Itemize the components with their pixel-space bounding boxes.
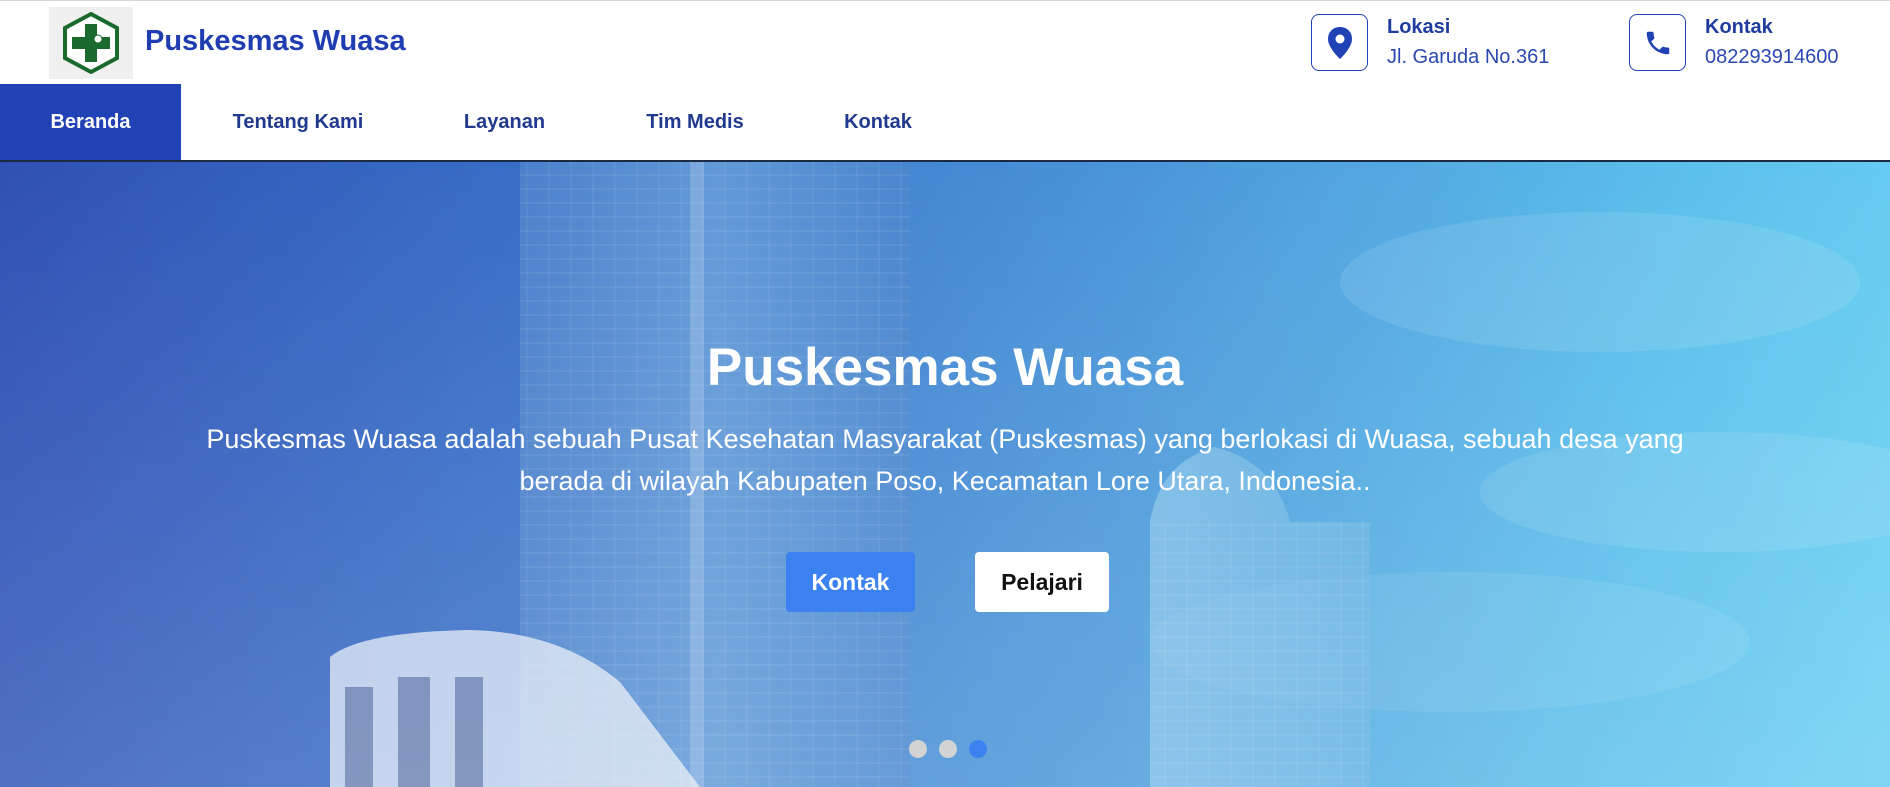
location-icon-box	[1311, 14, 1368, 71]
location-address: Jl. Garuda No.361	[1387, 46, 1550, 68]
carousel-dot-2[interactable]	[939, 740, 957, 758]
contact-icon-box	[1629, 14, 1686, 71]
main-nav: Beranda Tentang Kami Layanan Tim Medis K…	[0, 84, 1890, 162]
location-label: Lokasi	[1387, 16, 1451, 38]
contact-phone[interactable]: 082293914600	[1705, 46, 1838, 69]
nav-item-beranda[interactable]: Beranda	[0, 84, 181, 160]
nav-item-kontak[interactable]: Kontak	[828, 84, 928, 160]
puskesmas-logo-icon	[63, 12, 119, 74]
hero-title: Puskesmas Wuasa	[706, 338, 1184, 397]
site-logo[interactable]	[49, 7, 133, 79]
carousel-dot-3-active[interactable]	[969, 740, 987, 758]
site-header: Puskesmas Wuasa Lokasi Jl. Garuda No.361…	[0, 0, 1890, 84]
contact-label: Kontak	[1705, 16, 1773, 38]
phone-icon	[1646, 31, 1669, 54]
hero-description: Puskesmas Wuasa adalah sebuah Pusat Kese…	[206, 424, 1684, 496]
nav-item-tim-medis[interactable]: Tim Medis	[630, 84, 760, 160]
hero-learn-more-button[interactable]: Pelajari	[975, 552, 1109, 612]
nav-item-layanan[interactable]: Layanan	[448, 84, 561, 160]
site-title[interactable]: Puskesmas Wuasa	[145, 25, 406, 58]
hero-banner: Puskesmas Wuasa Puskesmas Wuasa adalah s…	[0, 162, 1890, 787]
nav-item-tentang-kami[interactable]: Tentang Kami	[205, 84, 391, 160]
map-pin-icon	[1327, 26, 1352, 59]
hero-contact-button[interactable]: Kontak	[786, 552, 915, 612]
carousel-dot-1[interactable]	[909, 740, 927, 758]
